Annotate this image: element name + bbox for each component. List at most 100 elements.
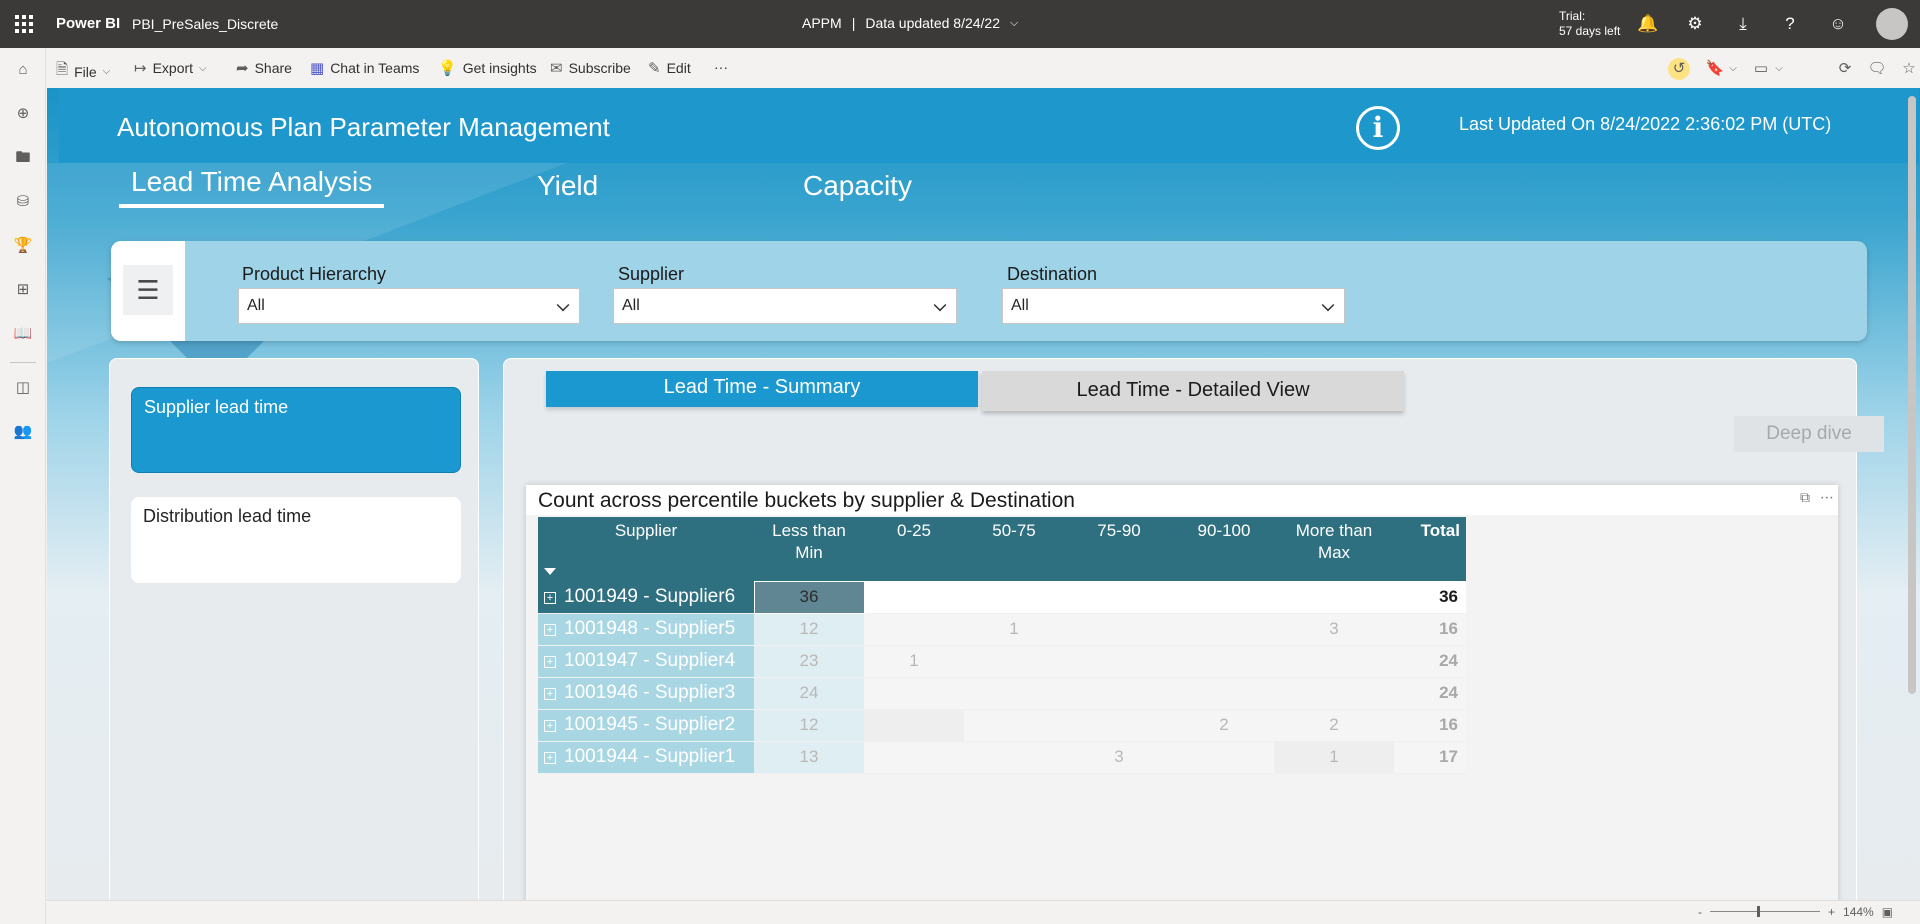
column-header[interactable]: 0-25 (864, 517, 964, 581)
value-cell[interactable]: 13 (754, 741, 864, 774)
workspace-info[interactable]: APPM | Data updated 8/24/22 ⌵ (802, 15, 1018, 31)
chevron-down-icon[interactable]: ⌵ (1768, 58, 1790, 80)
value-cell[interactable] (964, 709, 1064, 742)
metrics-trophy-icon[interactable]: 🏆 (13, 236, 33, 256)
expand-icon[interactable]: + (544, 591, 556, 604)
zoom-thumb[interactable] (1757, 906, 1760, 917)
home-icon[interactable]: ⌂ (13, 60, 33, 80)
create-icon[interactable]: ⊕ (13, 104, 33, 124)
avatar[interactable] (1876, 8, 1908, 40)
info-icon[interactable]: i (1356, 106, 1400, 150)
report-name[interactable]: PBI_PreSales_Discrete (132, 16, 278, 32)
value-cell[interactable]: 12 (754, 613, 864, 646)
apps-icon[interactable]: ⊞ (13, 280, 33, 300)
value-cell[interactable] (964, 741, 1064, 774)
browse-icon[interactable]: 🖿 (13, 148, 33, 168)
deep-dive-button[interactable]: Deep dive (1734, 416, 1884, 452)
value-cell[interactable]: 23 (754, 645, 864, 678)
value-cell[interactable] (864, 581, 964, 614)
tab-lead-time-analysis[interactable]: Lead Time Analysis (119, 166, 385, 208)
table-row[interactable]: +1001946 - Supplier3 24 24 (538, 677, 1466, 710)
value-cell[interactable] (1174, 741, 1274, 774)
value-cell[interactable]: 2 (1274, 709, 1394, 742)
value-cell[interactable] (1174, 677, 1274, 710)
expand-icon[interactable]: + (544, 688, 556, 700)
learn-book-icon[interactable]: 📖 (13, 324, 33, 344)
value-cell[interactable]: 1 (864, 645, 964, 678)
column-header[interactable]: Less than Min (754, 517, 864, 581)
total-cell[interactable]: 16 (1394, 613, 1466, 646)
total-cell[interactable]: 24 (1394, 645, 1466, 678)
app-launcher-icon[interactable] (12, 12, 36, 36)
table-row[interactable]: +1001947 - Supplier4 23 1 24 (538, 645, 1466, 678)
bell-icon[interactable]: 🔔 (1636, 12, 1660, 36)
column-header[interactable]: Total (1394, 517, 1466, 581)
table-row[interactable]: +1001945 - Supplier2 12 2 2 16 (538, 709, 1466, 742)
column-header[interactable]: 75-90 (1064, 517, 1174, 581)
supplier-cell[interactable]: +1001945 - Supplier2 (538, 709, 754, 742)
chevron-down-icon[interactable]: ⌵ (1722, 58, 1744, 80)
value-cell[interactable] (1064, 677, 1174, 710)
gear-icon[interactable]: ⚙ (1683, 12, 1707, 36)
value-cell[interactable] (1174, 613, 1274, 646)
distribution-lead-time-button[interactable]: Distribution lead time (131, 497, 461, 583)
favorite-star-icon[interactable]: ☆ (1898, 58, 1920, 80)
tab-lead-time-summary[interactable]: Lead Time - Summary (546, 371, 978, 407)
expand-icon[interactable]: + (544, 624, 556, 636)
total-cell[interactable]: 17 (1394, 741, 1466, 774)
value-cell[interactable] (1274, 581, 1394, 614)
table-row[interactable]: +1001948 - Supplier5 12 1 3 16 (538, 613, 1466, 646)
help-icon[interactable]: ? (1778, 12, 1802, 36)
value-cell[interactable] (1064, 645, 1174, 678)
download-icon[interactable]: ⤓ (1731, 12, 1755, 36)
tab-capacity[interactable]: Capacity (803, 170, 912, 202)
file-menu[interactable]: 🗎 File ⌵ (56, 59, 110, 84)
filter-toggle-button[interactable]: ☰ (111, 241, 185, 341)
column-header[interactable]: 50-75 (964, 517, 1064, 581)
comment-icon[interactable]: 🗨 (1866, 58, 1888, 80)
value-cell[interactable] (1174, 645, 1274, 678)
sort-descending-icon[interactable] (544, 568, 556, 575)
value-cell[interactable] (1274, 645, 1394, 678)
zoom-slider[interactable] (1710, 906, 1820, 918)
value-cell[interactable]: 1 (1274, 741, 1394, 774)
page-scrollbar[interactable] (1908, 96, 1916, 694)
workspaces-icon[interactable]: ◫ (13, 378, 33, 398)
value-cell[interactable] (964, 581, 1064, 614)
product-hierarchy-dropdown[interactable]: All (238, 288, 580, 324)
value-cell[interactable] (964, 645, 1064, 678)
zoom-out-button[interactable]: - (1698, 905, 1702, 919)
value-cell[interactable]: 36 (753, 580, 865, 614)
total-cell[interactable]: 16 (1394, 709, 1466, 742)
column-header[interactable]: 90-100 (1174, 517, 1274, 581)
supplier-cell[interactable]: +1001944 - Supplier1 (538, 741, 754, 774)
more-options-icon[interactable]: ⋯ (1818, 489, 1836, 507)
value-cell[interactable] (964, 677, 1064, 710)
value-cell[interactable] (1174, 581, 1274, 614)
refresh-icon[interactable]: ⟳ (1834, 58, 1856, 80)
table-row[interactable]: +1001944 - Supplier1 13 3 1 17 (538, 741, 1466, 774)
subscribe-button[interactable]: ✉ Subscribe (550, 59, 631, 77)
value-cell[interactable] (864, 677, 964, 710)
destination-dropdown[interactable]: All (1002, 288, 1345, 324)
value-cell[interactable]: 24 (754, 677, 864, 710)
my-workspace-icon[interactable]: 👥 (13, 422, 33, 442)
supplier-cell[interactable]: +1001949 - Supplier6 (538, 581, 754, 614)
supplier-lead-time-button[interactable]: Supplier lead time (131, 387, 461, 473)
value-cell[interactable]: 3 (1274, 613, 1394, 646)
value-cell[interactable] (864, 709, 964, 742)
reset-icon[interactable]: ↺ (1668, 58, 1690, 80)
feedback-smiley-icon[interactable]: ☺ (1826, 12, 1850, 36)
value-cell[interactable]: 3 (1064, 741, 1174, 774)
supplier-cell[interactable]: +1001948 - Supplier5 (538, 613, 754, 646)
data-hub-icon[interactable]: ⛁ (13, 192, 33, 212)
value-cell[interactable]: 2 (1174, 709, 1274, 742)
value-cell[interactable]: 12 (754, 709, 864, 742)
column-header[interactable]: Supplier (538, 517, 754, 581)
total-cell[interactable]: 24 (1394, 677, 1466, 710)
share-button[interactable]: ➦ Share (236, 59, 292, 77)
value-cell[interactable] (1274, 677, 1394, 710)
supplier-dropdown[interactable]: All (613, 288, 957, 324)
value-cell[interactable] (1064, 709, 1174, 742)
copy-visual-icon[interactable]: ⧉ (1796, 489, 1814, 507)
